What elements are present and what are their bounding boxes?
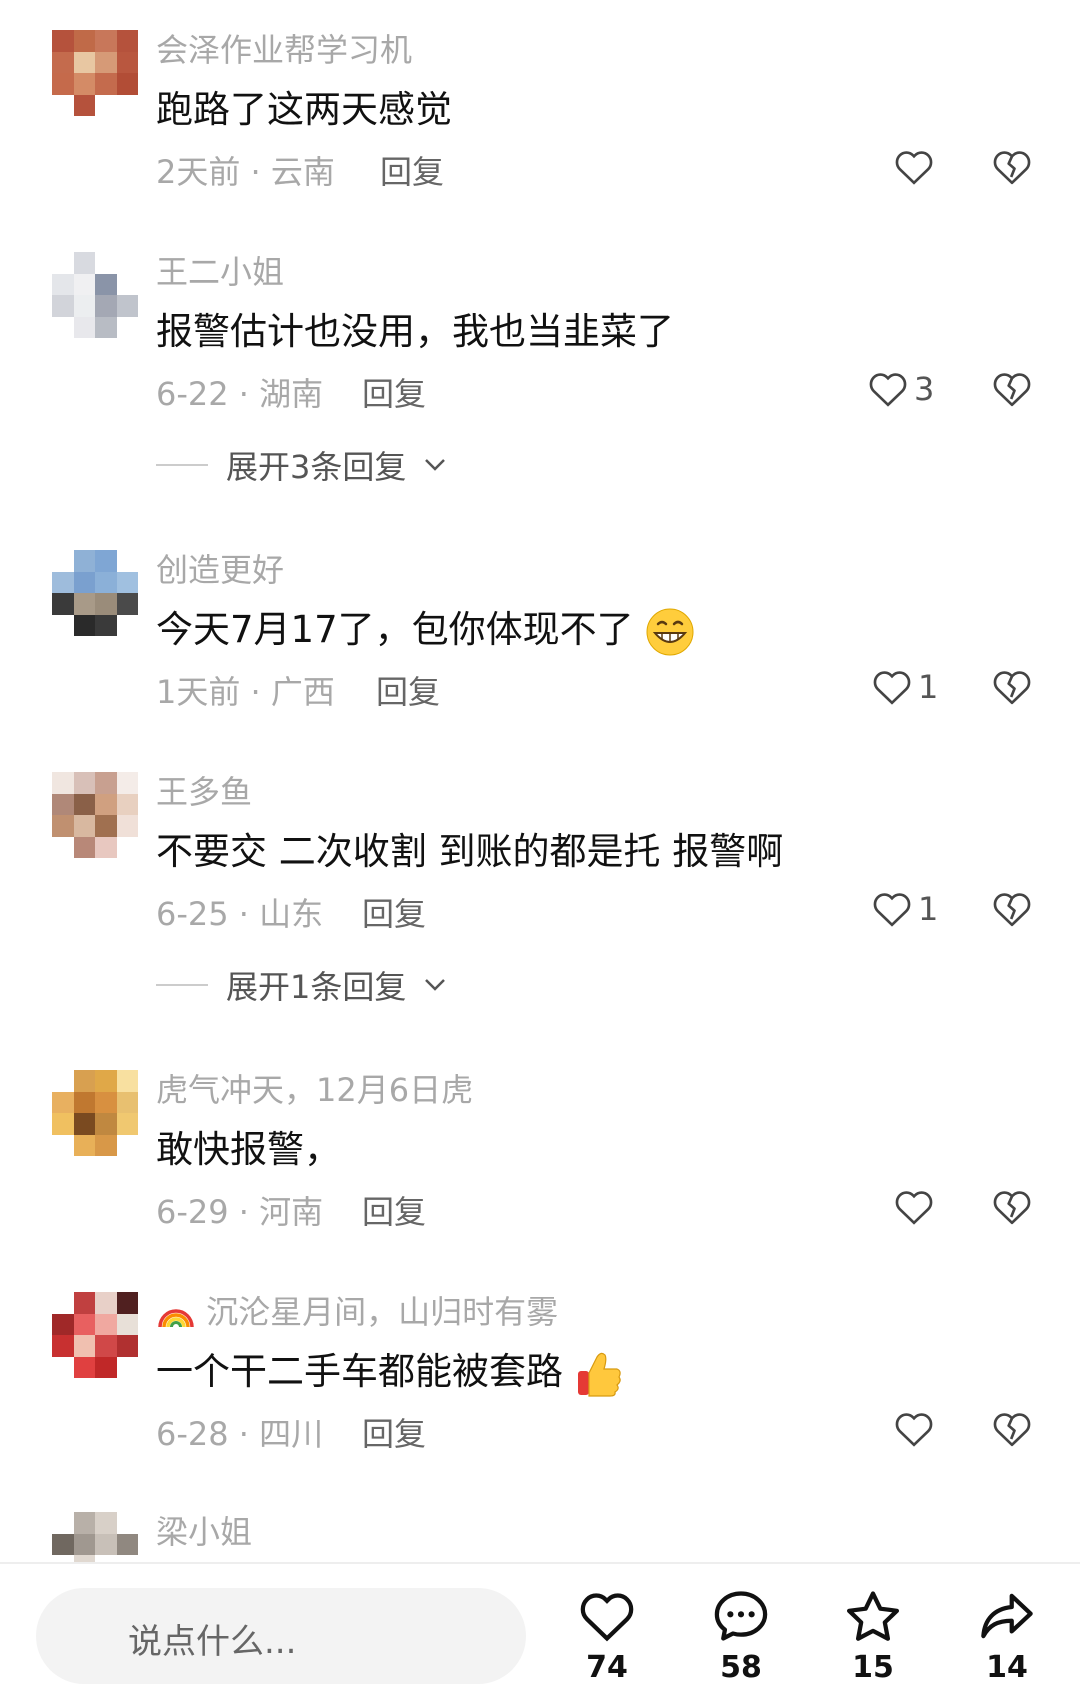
reply-button[interactable]: 回复 xyxy=(376,672,440,712)
comment-total-count: 58 xyxy=(720,1650,762,1685)
expand-replies-button[interactable]: 展开1条回复 xyxy=(156,962,446,1008)
chevron-down-icon xyxy=(425,979,446,991)
share-action-button[interactable]: 14 xyxy=(962,1590,1052,1685)
avatar[interactable] xyxy=(52,1070,138,1156)
heart-icon xyxy=(873,671,911,705)
reply-button[interactable]: 回复 xyxy=(380,152,444,192)
broken-heart-icon xyxy=(993,373,1031,407)
favorite-total-count: 15 xyxy=(852,1650,894,1685)
like-button[interactable]: 1 xyxy=(872,890,938,928)
comment-meta: 6-22 · 湖南 xyxy=(156,375,324,413)
like-button[interactable] xyxy=(894,1410,940,1448)
comment-author[interactable]: 创造更好 xyxy=(156,550,284,590)
divider xyxy=(156,464,208,466)
divider xyxy=(156,984,208,986)
comment-text: 跑路了这两天感觉 xyxy=(156,88,452,131)
comment-text: 今天7月17了，包你体现不了 xyxy=(156,606,695,657)
like-button[interactable] xyxy=(894,1188,940,1226)
comment-meta: 6-28 · 四川 xyxy=(156,1415,324,1453)
comment-text: 不要交 二次收割 到账的都是托 报警啊 xyxy=(156,830,784,873)
expand-replies-label: 展开3条回复 xyxy=(226,448,407,486)
broken-heart-icon xyxy=(993,671,1031,705)
comment-author[interactable]: 虎气冲天，12月6日虎 xyxy=(156,1070,473,1110)
favorite-action-button[interactable]: 15 xyxy=(828,1590,918,1685)
like-total-count: 74 xyxy=(586,1650,628,1685)
like-count: 1 xyxy=(918,668,939,706)
avatar[interactable] xyxy=(52,1292,138,1378)
dislike-button[interactable] xyxy=(992,148,1032,190)
broken-heart-icon xyxy=(993,893,1031,927)
like-button[interactable] xyxy=(894,148,940,186)
comment-meta: 2天前 · 云南 xyxy=(156,153,335,191)
heart-icon xyxy=(873,893,911,927)
dislike-button[interactable] xyxy=(992,890,1032,932)
heart-icon xyxy=(895,1191,933,1225)
bottom-action-bar: 说点什么... 74 58 15 14 xyxy=(0,1562,1080,1692)
comment-item: 王二小姐 报警估计也没用，我也当韭菜了 6-22 · 湖南 回复 3 展开3条回… xyxy=(0,252,1080,502)
comment-text-body: 一个干二手车都能被套路 xyxy=(156,1350,563,1393)
comment-action-button[interactable]: 58 xyxy=(696,1590,786,1685)
grinning-emoji-icon xyxy=(646,608,694,655)
broken-heart-icon xyxy=(993,1191,1031,1225)
expand-replies-button[interactable]: 展开3条回复 xyxy=(156,442,446,488)
heart-icon xyxy=(580,1593,634,1642)
comment-meta: 6-25 · 山东 xyxy=(156,895,324,933)
comment-input-placeholder: 说点什么... xyxy=(128,1622,297,1662)
avatar[interactable] xyxy=(52,1512,138,1562)
avatar[interactable] xyxy=(52,252,138,338)
comment-item: 创造更好 今天7月17了，包你体现不了 1天前 · 广西 回复 1 xyxy=(0,550,1080,750)
comment-author[interactable]: 沉沦星月间，山归时有雾 xyxy=(156,1292,558,1332)
expand-replies-label: 展开1条回复 xyxy=(226,968,407,1006)
reply-button[interactable]: 回复 xyxy=(362,1414,426,1454)
share-arrow-icon xyxy=(981,1593,1033,1639)
dislike-button[interactable] xyxy=(992,668,1032,710)
like-count: 3 xyxy=(914,370,935,408)
comment-item: 梁小姐 xyxy=(0,1512,1080,1562)
reply-button[interactable]: 回复 xyxy=(362,1192,426,1232)
dislike-button[interactable] xyxy=(992,1188,1032,1230)
share-total-count: 14 xyxy=(986,1650,1028,1685)
comment-item: 王多鱼 不要交 二次收割 到账的都是托 报警啊 6-25 · 山东 回复 1 展… xyxy=(0,772,1080,1022)
comment-meta: 1天前 · 广西 xyxy=(156,673,335,711)
broken-heart-icon xyxy=(993,1413,1031,1447)
heart-icon xyxy=(895,151,933,185)
comment-author[interactable]: 王多鱼 xyxy=(156,772,252,812)
comment-meta: 6-29 · 河南 xyxy=(156,1193,324,1231)
comment-item: 虎气冲天，12月6日虎 敢快报警， 6-29 · 河南 回复 xyxy=(0,1070,1080,1270)
comment-text-body: 今天7月17了，包你体现不了 xyxy=(156,608,634,651)
dislike-button[interactable] xyxy=(992,1410,1032,1452)
thumbs-up-emoji-icon xyxy=(577,1352,621,1397)
reply-button[interactable]: 回复 xyxy=(362,894,426,934)
heart-icon xyxy=(895,1413,933,1447)
like-action-button[interactable]: 74 xyxy=(562,1590,652,1685)
comment-input[interactable]: 说点什么... xyxy=(36,1588,526,1684)
broken-heart-icon xyxy=(993,151,1031,185)
comment-item: 沉沦星月间，山归时有雾 一个干二手车都能被套路 6-28 · 四川 回复 xyxy=(0,1292,1080,1492)
comment-author[interactable]: 王二小姐 xyxy=(156,252,284,292)
avatar[interactable] xyxy=(52,30,138,116)
comment-author[interactable]: 梁小姐 xyxy=(156,1512,252,1552)
comment-item: 会泽作业帮学习机 跑路了这两天感觉 2天前 · 云南 回复 xyxy=(0,30,1080,230)
comment-text: 一个干二手车都能被套路 xyxy=(156,1348,623,1399)
reply-button[interactable]: 回复 xyxy=(362,374,426,414)
heart-icon xyxy=(869,373,907,407)
rainbow-emoji-icon xyxy=(158,1309,194,1328)
comment-author-label: 沉沦星月间，山归时有雾 xyxy=(206,1293,559,1331)
comment-text: 敢快报警， xyxy=(156,1128,341,1171)
comment-author[interactable]: 会泽作业帮学习机 xyxy=(156,30,412,70)
like-count: 1 xyxy=(918,890,939,928)
comment-bubble-icon xyxy=(714,1591,768,1641)
star-icon xyxy=(847,1591,899,1641)
like-button[interactable]: 3 xyxy=(868,370,934,408)
avatar[interactable] xyxy=(52,772,138,858)
like-button[interactable]: 1 xyxy=(872,668,938,706)
avatar[interactable] xyxy=(52,550,138,636)
comment-text: 报警估计也没用，我也当韭菜了 xyxy=(156,310,674,353)
chevron-down-icon xyxy=(425,459,446,471)
dislike-button[interactable] xyxy=(992,370,1032,412)
